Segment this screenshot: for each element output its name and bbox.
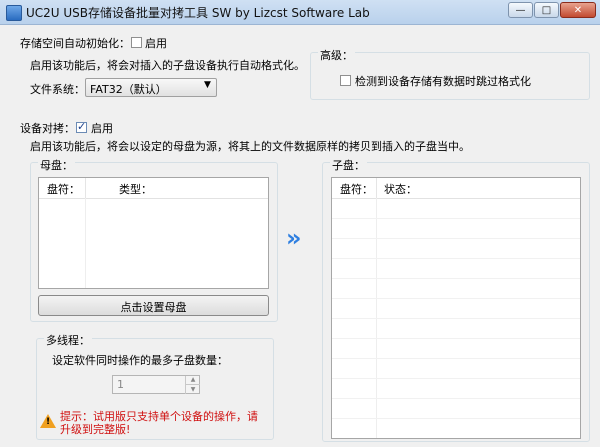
multithread-description: 设定软件同时操作的最多子盘数量： <box>52 354 228 367</box>
minimize-button[interactable]: — <box>508 2 533 18</box>
set-master-button[interactable]: 点击设置母盘 <box>38 295 269 316</box>
filesystem-label: 文件系统： <box>30 83 85 96</box>
copy-description: 启用该功能后，将会以设定的母盘为源，将其上的文件数据原样的拷贝到插入的子盘当中。 <box>30 140 470 153</box>
skip-format-label: 检测到设备存储有数据时跳过格式化 <box>355 75 531 88</box>
autoformat-enable-checkbox[interactable] <box>131 37 142 48</box>
warning-icon-mark: ! <box>46 417 51 427</box>
column-divider <box>85 178 86 198</box>
column-guide <box>85 198 86 288</box>
filesystem-select-value: FAT32（默认） <box>90 83 167 96</box>
autoformat-label: 存储空间自动初始化： <box>20 37 130 50</box>
spin-down-icon[interactable]: ▼ <box>185 384 200 394</box>
slave-column-drive: 盘符： <box>340 183 373 196</box>
set-master-button-label: 点击设置母盘 <box>120 301 187 314</box>
grid-line <box>332 238 580 239</box>
grid-line <box>332 218 580 219</box>
thread-count-value: 1 <box>117 378 124 391</box>
skip-format-checkbox[interactable] <box>340 75 351 86</box>
advanced-title: 高级： <box>318 47 355 63</box>
copy-enable-checkbox[interactable] <box>76 120 87 133</box>
trial-warning-text: 提示：试用版只支持单个设备的操作，请升级到完整版! <box>60 410 258 436</box>
master-column-drive: 盘符： <box>47 183 80 196</box>
slave-list-header: 盘符： 状态： <box>332 178 580 199</box>
copy-label: 设备对拷： <box>20 122 75 135</box>
grid-line <box>332 358 580 359</box>
slave-column-status: 状态： <box>384 183 417 196</box>
grid-line <box>332 318 580 319</box>
master-list-header: 盘符： 类型： <box>39 178 268 199</box>
chevron-down-icon: ▼ <box>204 80 211 90</box>
title-bar: UC2U USB存储设备批量对拷工具 SW by Lizcst Software… <box>0 0 600 25</box>
maximize-button[interactable]: □ <box>534 2 559 18</box>
slave-list[interactable]: 盘符： 状态： <box>331 177 581 439</box>
close-button[interactable]: ✕ <box>560 2 596 18</box>
grid-line <box>332 298 580 299</box>
grid-line <box>332 418 580 419</box>
grid-line <box>332 278 580 279</box>
column-divider <box>376 178 377 198</box>
master-title: 母盘： <box>38 157 75 173</box>
spin-up-icon[interactable]: ▲ <box>185 376 200 384</box>
grid-line <box>332 378 580 379</box>
app-icon <box>6 5 22 21</box>
multithread-title: 多线程： <box>44 332 92 348</box>
master-column-type: 类型： <box>119 183 152 196</box>
grid-line <box>332 258 580 259</box>
thread-count-stepper[interactable]: 1 ▲ ▼ <box>112 375 200 394</box>
autoformat-description: 启用该功能后，将会对插入的子盘设备执行自动格式化。 <box>30 59 305 72</box>
slave-title: 子盘： <box>330 157 367 173</box>
double-arrow-right-icon: » <box>286 224 302 252</box>
autoformat-enable-label: 启用 <box>145 37 167 50</box>
master-list[interactable]: 盘符： 类型： <box>38 177 269 289</box>
filesystem-select[interactable]: FAT32（默认） ▼ <box>85 78 217 97</box>
copy-enable-label: 启用 <box>91 122 113 135</box>
grid-line <box>332 398 580 399</box>
window-title: UC2U USB存储设备批量对拷工具 SW by Lizcst Software… <box>26 6 370 20</box>
grid-line <box>332 338 580 339</box>
